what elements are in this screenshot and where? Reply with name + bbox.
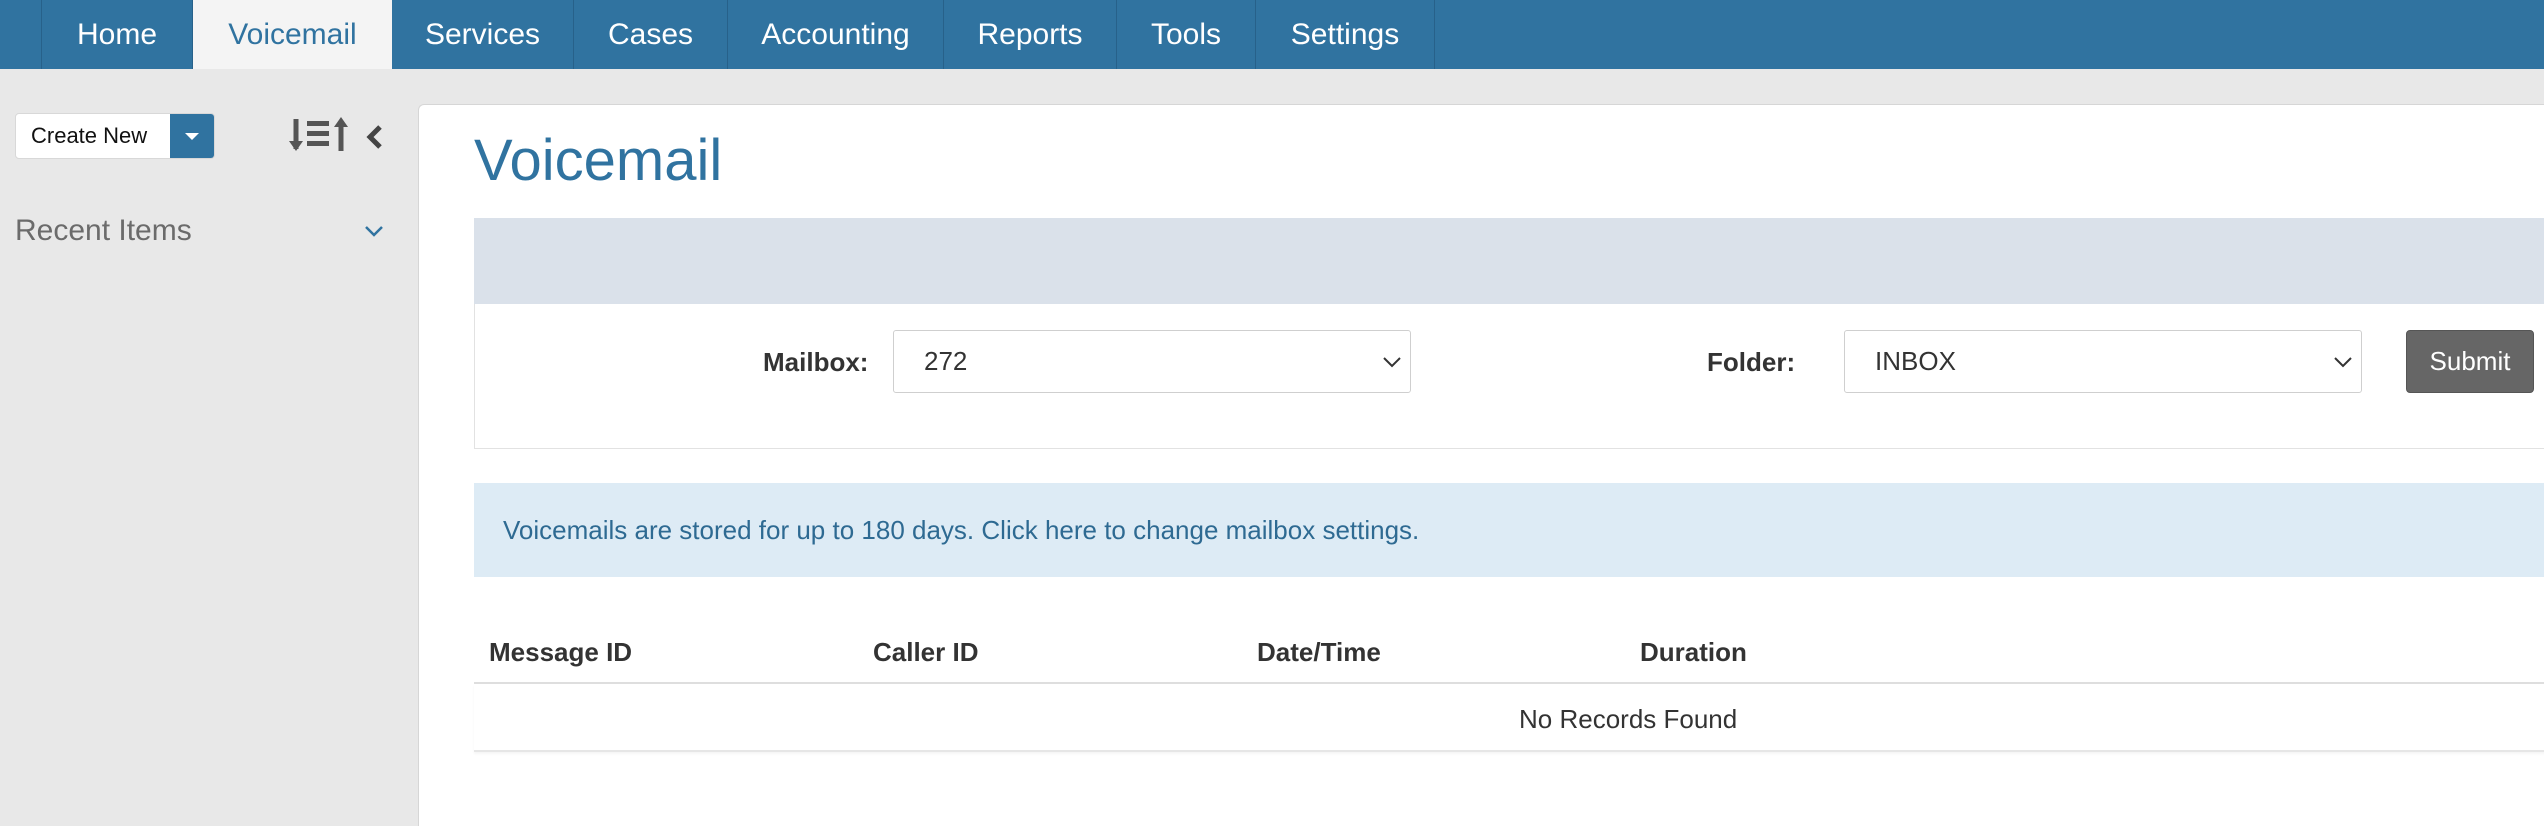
mailbox-select[interactable]: 272	[893, 330, 1411, 393]
submit-button[interactable]: Submit	[2406, 330, 2534, 393]
filter-header	[474, 218, 2544, 304]
mailbox-label: Mailbox:	[763, 347, 869, 377]
nav-item-accounting[interactable]: Accounting	[728, 0, 944, 69]
table-row: No Records Found	[474, 684, 2544, 752]
top-nav: Home Voicemail Services Cases Accounting…	[0, 0, 2544, 69]
nav-item-home[interactable]: Home	[42, 0, 193, 69]
nav-lead-spacer	[0, 0, 42, 69]
mailbox-settings-link[interactable]: Click here to change mailbox settings.	[981, 515, 1419, 546]
folder-select-value: INBOX	[1875, 346, 1956, 376]
chevron-down-icon	[2334, 357, 2352, 368]
table-header: Message ID Caller ID Date/Time Duration	[474, 617, 2544, 684]
create-new-label[interactable]: Create New	[16, 114, 170, 158]
info-text: Voicemails are stored for up to 180 days…	[503, 514, 975, 545]
folder-select[interactable]: INBOX	[1844, 330, 2362, 393]
recent-items-toggle[interactable]: Recent Items	[15, 211, 385, 251]
nav-item-settings[interactable]: Settings	[1256, 0, 1435, 69]
nav-item-cases[interactable]: Cases	[574, 0, 728, 69]
nav-item-voicemail[interactable]: Voicemail	[193, 0, 392, 69]
chevron-down-icon	[365, 226, 383, 237]
nav-item-reports[interactable]: Reports	[944, 0, 1117, 69]
create-new-dropdown-toggle[interactable]	[170, 114, 214, 158]
main-panel: Voicemail Mailbox: 272 Folder: INBOX Sub…	[418, 104, 2544, 826]
column-header-date-time[interactable]: Date/Time	[1257, 637, 1381, 668]
filter-form: Mailbox: 272 Folder: INBOX Submit	[474, 304, 2544, 449]
recent-items-label: Recent Items	[15, 214, 192, 247]
empty-state-text: No Records Found	[1519, 704, 1738, 734]
info-alert: Voicemails are stored for up to 180 days…	[474, 483, 2544, 577]
page-title: Voicemail	[474, 128, 723, 193]
create-new-button[interactable]: Create New	[15, 113, 215, 159]
voicemail-table: Message ID Caller ID Date/Time Duration …	[474, 617, 2544, 752]
nav-item-tools[interactable]: Tools	[1117, 0, 1256, 69]
column-header-caller-id[interactable]: Caller ID	[873, 637, 979, 668]
mailbox-select-value: 272	[924, 346, 968, 376]
column-header-message-id[interactable]: Message ID	[489, 637, 632, 668]
chevron-down-icon	[1383, 357, 1401, 368]
sidebar: Create New Recent Items	[0, 69, 418, 826]
caret-down-icon	[185, 132, 199, 140]
folder-label: Folder:	[1707, 347, 1796, 377]
nav-item-services[interactable]: Services	[392, 0, 574, 69]
chevron-left-icon[interactable]	[364, 123, 386, 151]
column-header-duration[interactable]: Duration	[1640, 637, 1747, 668]
sort-list-icon[interactable]	[287, 113, 351, 155]
